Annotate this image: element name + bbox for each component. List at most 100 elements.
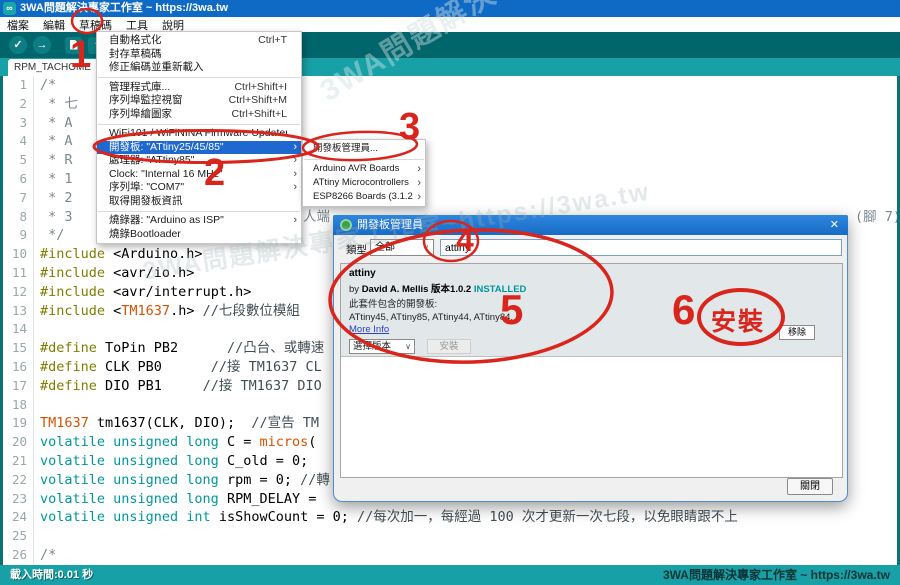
menubar-item-file[interactable]: 檔案 xyxy=(0,17,36,33)
tools-menu-item-wifi-firmware-updater[interactable]: WiFi101 / WiFiNINA Firmware Updater xyxy=(97,127,301,141)
code-text: #include <TM1637.h> //七段數位模組 xyxy=(40,303,300,319)
upload-button[interactable]: → xyxy=(33,36,51,54)
tools-menu-item-clock[interactable]: Clock: "Internal 16 MHz"› xyxy=(97,168,301,182)
line-number: 10 xyxy=(3,245,34,264)
board-submenu-item-arduino-avr-boards[interactable]: Arduino AVR Boards› xyxy=(303,162,425,176)
version-select-value: 選擇版本 xyxy=(353,341,391,352)
tools-menu-item-board-info[interactable]: 取得開發板資訊 xyxy=(97,195,301,209)
board-submenu-item-attiny-microcontrollers[interactable]: ATtiny Microcontrollers› xyxy=(303,176,425,190)
line-number: 1 xyxy=(3,76,34,95)
submenu-arrow-icon: › xyxy=(417,190,421,204)
code-fragment: (腳 7) xyxy=(855,208,900,227)
package-version: 版本1.0.2 xyxy=(431,284,471,295)
install-button[interactable]: 安裝 xyxy=(427,339,471,354)
tools-menu-item-auto-format[interactable]: 自動格式化Ctrl+T xyxy=(97,34,301,48)
verify-button[interactable]: ✓ xyxy=(9,36,27,54)
tools-menu-item-programmer[interactable]: 燒錄器: "Arduino as ISP"› xyxy=(97,214,301,228)
menu-item-label: 燒錄Bootloader xyxy=(109,228,287,242)
line-number: 15 xyxy=(3,339,34,358)
code-fragment: 人端 xyxy=(303,208,330,227)
installed-badge: INSTALLED xyxy=(474,284,527,295)
menu-item-label: Clock: "Internal 16 MHz" xyxy=(109,168,287,182)
package-list: attiny by David A. Mellis 版本1.0.2 INSTAL… xyxy=(340,263,843,478)
line-number: 14 xyxy=(3,320,34,339)
close-button[interactable]: 關閉 xyxy=(787,478,833,495)
submenu-arrow-icon: › xyxy=(293,154,297,168)
menu-item-label: 修正編碼並重新載入 xyxy=(109,61,287,75)
menu-separator xyxy=(98,211,300,212)
menu-separator xyxy=(98,77,300,78)
app-icon: ∞ xyxy=(3,2,16,15)
tools-menu-item-processor[interactable]: 處理器: "ATtiny85"› xyxy=(97,154,301,168)
submenu-arrow-icon: › xyxy=(417,162,421,176)
menu-item-shortcut: Ctrl+Shift+I xyxy=(234,81,287,95)
byline-prefix: by xyxy=(349,284,362,295)
menu-item-label: 序列埠繪圖家 xyxy=(109,108,222,122)
boards-list: ATtiny45, ATtiny85, ATtiny44, ATtiny84. xyxy=(349,312,834,323)
line-number: 8 xyxy=(3,208,34,227)
code-text: * A xyxy=(40,115,73,131)
code-text: * 2 xyxy=(40,190,73,206)
code-text: #define CLK PB0 //接 TM1637 CL xyxy=(40,359,322,375)
submenu-arrow-icon: › xyxy=(293,141,297,155)
version-select[interactable]: 選擇版本 ∨ xyxy=(349,339,415,354)
line-number: 16 xyxy=(3,358,34,377)
remove-button[interactable]: 移除 xyxy=(779,325,815,340)
sketch-tab[interactable]: RPM_TACHOME xyxy=(8,59,108,76)
code-text: #define ToPin PB2 //凸台、或轉速 xyxy=(40,340,324,356)
board-submenu-item-esp8266-boards[interactable]: ESP8266 Boards (3.1.2) › xyxy=(303,190,425,204)
tools-menu: 自動格式化Ctrl+T封存草稿碼修正編碼並重新載入管理程式庫... Ctrl+Sh… xyxy=(96,31,302,244)
code-text: TM1637 tm1637(CLK, DIO); //宣告 TM xyxy=(40,415,319,431)
code-text: /* xyxy=(40,77,56,93)
package-controls: 選擇版本 ∨ 安裝 xyxy=(349,339,834,354)
type-filter-label: 類型 xyxy=(346,242,367,257)
type-filter-value: 全部 xyxy=(375,242,395,253)
more-info-link[interactable]: More Info xyxy=(349,324,834,335)
line-number: 9 xyxy=(3,226,34,245)
new-sketch-button[interactable] xyxy=(65,37,82,54)
line-number: 7 xyxy=(3,189,34,208)
code-line: 24volatile unsigned int isShowCount = 0;… xyxy=(3,508,897,527)
board-submenu-item-boards-manager[interactable]: 開發板管理員... xyxy=(303,142,425,156)
menu-item-label: 取得開發板資訊 xyxy=(109,195,287,209)
line-number: 17 xyxy=(3,377,34,396)
code-text: #define DIO PB1 //接 TM1637 DIO xyxy=(40,378,322,394)
tools-menu-item-manage-libraries[interactable]: 管理程式庫... Ctrl+Shift+I xyxy=(97,81,301,95)
tools-menu-item-board[interactable]: 開發板: "ATtiny25/45/85"› xyxy=(97,141,301,155)
code-text: * A xyxy=(40,133,73,149)
dialog-title: 開發板管理員 xyxy=(357,219,423,231)
tools-menu-item-serial-monitor[interactable]: 序列埠監控視窗Ctrl+Shift+M xyxy=(97,94,301,108)
boards-manager-dialog: 開發板管理員 ✕ 類型 全部 ∨ attiny by David A. Mell… xyxy=(333,215,848,502)
menu-item-label: 管理程式庫... xyxy=(109,81,224,95)
type-filter-select[interactable]: 全部 ∨ xyxy=(370,239,434,256)
chevron-down-icon: ∨ xyxy=(423,240,429,255)
package-item-attiny[interactable]: attiny by David A. Mellis 版本1.0.2 INSTAL… xyxy=(341,264,842,357)
package-author: David A. Mellis xyxy=(362,284,429,295)
line-number: 22 xyxy=(3,471,34,490)
tools-menu-item-serial-plotter[interactable]: 序列埠繪圖家 Ctrl+Shift+L xyxy=(97,108,301,122)
menubar-item-edit[interactable]: 編輯 xyxy=(36,17,72,33)
code-text: * 七 xyxy=(40,96,78,112)
boards-manager-icon xyxy=(340,219,352,231)
menu-item-shortcut: Ctrl+Shift+L xyxy=(232,108,287,122)
status-message: 載入時間:0.01 秒 xyxy=(10,569,93,581)
line-number: 6 xyxy=(3,170,34,189)
line-number: 20 xyxy=(3,433,34,452)
submenu-arrow-icon: › xyxy=(293,181,297,195)
tools-menu-item-archive-sketch[interactable]: 封存草稿碼 xyxy=(97,48,301,62)
tools-menu-item-fix-encoding[interactable]: 修正編碼並重新載入 xyxy=(97,61,301,75)
close-icon[interactable]: ✕ xyxy=(830,215,839,235)
line-number: 12 xyxy=(3,283,34,302)
tools-menu-item-port[interactable]: 序列埠: "COM7"› xyxy=(97,181,301,195)
code-text: * R xyxy=(40,152,73,168)
code-text: * 3 xyxy=(40,209,73,225)
status-bar: 3WA問題解決專家工作室 ~ https://3wa.tw 載入時間:0.01 … xyxy=(0,565,900,585)
tab-label: RPM_TACHOME xyxy=(14,62,91,73)
line-number: 13 xyxy=(3,302,34,321)
menu-item-label: ESP8266 Boards (3.1.2) xyxy=(313,190,413,204)
search-input[interactable] xyxy=(440,239,842,256)
submenu-arrow-icon: › xyxy=(293,214,297,228)
dialog-titlebar: 開發板管理員 ✕ xyxy=(333,215,848,235)
check-icon: ✓ xyxy=(13,39,22,51)
tools-menu-item-burn-bootloader[interactable]: 燒錄Bootloader xyxy=(97,228,301,242)
